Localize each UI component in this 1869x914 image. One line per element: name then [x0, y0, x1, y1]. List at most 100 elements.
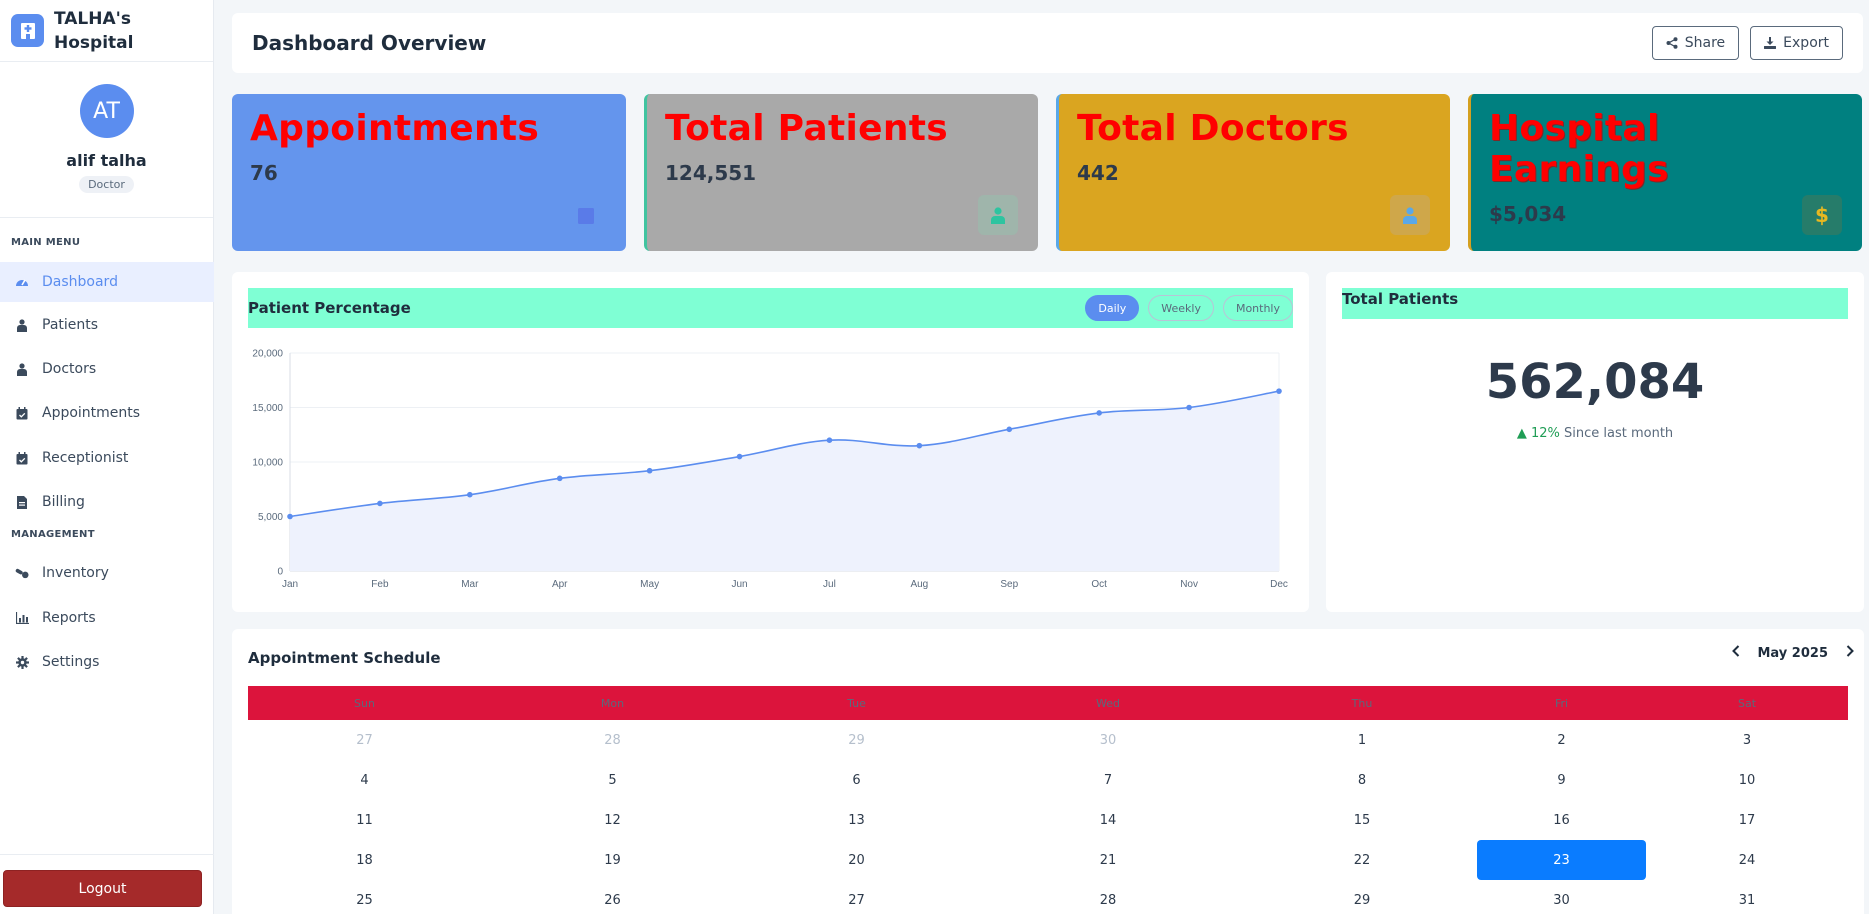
chevron-right-icon[interactable] [1846, 645, 1854, 661]
patient-chart-panel: Patient Percentage Daily Weekly Monthly … [232, 272, 1309, 612]
appointment-calendar: Appointment Schedule May 2025 Sun Mon Tue W… [232, 629, 1864, 914]
calendar-day[interactable]: 28 [481, 720, 744, 760]
area-fill [290, 391, 1279, 571]
calendar-day[interactable]: 4 [248, 760, 481, 800]
avatar[interactable]: AT [79, 84, 134, 138]
calendar-check-icon [15, 406, 29, 420]
pills-icon [15, 566, 29, 580]
stat-value: 124,551 [665, 161, 757, 185]
calendar-day[interactable]: 17 [1646, 800, 1848, 840]
calendar-day[interactable]: 8 [1247, 760, 1477, 800]
y-tick-label: 15,000 [252, 403, 283, 414]
sidebar-item-doctors[interactable]: Doctors [0, 349, 214, 389]
calendar-day[interactable]: 29 [744, 720, 969, 760]
user-md-icon [1390, 195, 1430, 235]
stat-card-total-doctors[interactable]: Total Doctors 442 [1056, 94, 1450, 251]
calendar-week-row: 25 26 27 28 29 30 31 [248, 880, 1848, 914]
sidebar-item-billing[interactable]: Billing [0, 482, 214, 522]
calendar-day[interactable]: 12 [481, 800, 744, 840]
page-header: Dashboard Overview Share Export [232, 13, 1863, 73]
share-button[interactable]: Share [1651, 26, 1740, 60]
calendar-day[interactable]: 27 [248, 720, 481, 760]
calendar-check-icon [15, 451, 29, 465]
calendar-day[interactable]: 30 [1477, 880, 1646, 914]
x-tick-label: Jul [823, 579, 836, 590]
data-point [1276, 388, 1282, 394]
brand[interactable]: TALHA's Hospital [0, 0, 213, 62]
data-point [736, 453, 743, 460]
calendar-day[interactable]: 11 [248, 800, 481, 840]
weekday-label: Thu [1351, 696, 1373, 710]
weekday-label: Tue [847, 696, 866, 710]
logout-button[interactable]: Logout [3, 870, 202, 907]
calendar-day[interactable]: 5 [481, 760, 744, 800]
calendar-day[interactable]: 13 [744, 800, 969, 840]
data-point [1186, 404, 1192, 411]
hospital-user-icon [15, 318, 29, 332]
calendar-day[interactable]: 20 [744, 840, 969, 880]
page-title: Dashboard Overview [252, 31, 487, 55]
data-point [1006, 426, 1013, 433]
x-tick-label: Sep [1000, 579, 1018, 590]
calendar-day[interactable]: 15 [1247, 800, 1477, 840]
weekday-label: Mon [600, 696, 625, 710]
user-doctor-icon [15, 362, 29, 376]
calendar-day[interactable]: 31 [1646, 880, 1848, 914]
gear-icon [15, 655, 29, 669]
stat-card-hospital-earnings[interactable]: Hospital Earnings $5,034 $ [1468, 94, 1862, 251]
sidebar-item-patients[interactable]: Patients [0, 305, 214, 345]
sidebar-item-settings[interactable]: Settings [0, 642, 214, 682]
export-label: Export [1783, 35, 1829, 51]
calendar-icon [566, 195, 606, 235]
stat-value: $5,034 [1489, 202, 1567, 226]
calendar-day[interactable]: 6 [744, 760, 969, 800]
calendar-day[interactable]: 24 [1646, 840, 1848, 880]
weekday-label: Sun [354, 696, 375, 710]
calendar-day[interactable]: 26 [481, 880, 744, 914]
stat-card-total-patients[interactable]: Total Patients 124,551 [644, 94, 1038, 251]
calendar-day[interactable]: 7 [969, 760, 1247, 800]
calendar-day[interactable]: 18 [248, 840, 481, 880]
data-point [916, 442, 923, 449]
export-button[interactable]: Export [1750, 26, 1843, 60]
sidebar-item-receptionist[interactable]: Receptionist [0, 438, 214, 478]
x-tick-label: Aug [910, 579, 928, 590]
calendar-day[interactable]: 3 [1646, 720, 1848, 760]
stat-card-appointments[interactable]: Appointments 76 [232, 94, 626, 251]
x-tick-label: Dec [1270, 579, 1288, 590]
calendar-day[interactable]: 28 [969, 880, 1247, 914]
x-tick-label: May [640, 579, 659, 590]
calendar-day[interactable]: 30 [969, 720, 1247, 760]
calendar-day[interactable]: 16 [1477, 800, 1646, 840]
calendar-day[interactable]: 25 [248, 880, 481, 914]
y-tick-label: 10,000 [252, 458, 283, 469]
calendar-day[interactable]: 2 [1477, 720, 1646, 760]
calendar-week-row: 18 19 20 21 22 23 24 [248, 840, 1848, 880]
calendar-day[interactable]: 10 [1646, 760, 1848, 800]
chevron-left-icon[interactable] [1731, 645, 1740, 661]
share-label: Share [1684, 35, 1726, 51]
x-tick-label: Feb [371, 579, 389, 590]
calendar-day[interactable]: 14 [969, 800, 1247, 840]
download-icon [1764, 37, 1777, 49]
total-patients-value: 562,084 [1485, 354, 1705, 410]
calendar-day[interactable]: 9 [1477, 760, 1646, 800]
calendar-day[interactable]: 21 [969, 840, 1247, 880]
stat-title: Hospital Earnings [1489, 108, 1669, 190]
dollar-icon: $ [1802, 195, 1842, 235]
calendar-day[interactable]: 27 [744, 880, 969, 914]
calendar-day[interactable]: 22 [1247, 840, 1477, 880]
sidebar-item-dashboard[interactable]: Dashboard [0, 262, 214, 302]
change-text: Since last month [1564, 426, 1674, 441]
calendar-day-today[interactable]: 23 [1477, 840, 1646, 880]
sidebar-divider [0, 854, 214, 855]
y-tick-label: 5,000 [258, 512, 283, 523]
sidebar-item-inventory[interactable]: Inventory [0, 553, 214, 593]
stat-value: 76 [250, 161, 278, 185]
calendar-day[interactable]: 29 [1247, 880, 1477, 914]
calendar-day[interactable]: 19 [481, 840, 744, 880]
sidebar-item-appointments[interactable]: Appointments [0, 393, 214, 433]
calendar-day[interactable]: 1 [1247, 720, 1477, 760]
sidebar-item-reports[interactable]: Reports [0, 598, 214, 638]
weekday-label: Sat [1737, 696, 1757, 710]
